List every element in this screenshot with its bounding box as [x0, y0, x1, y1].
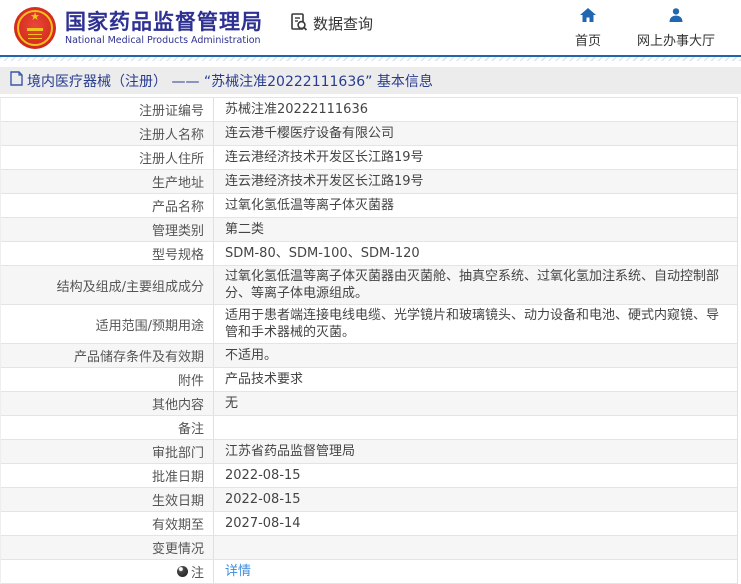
- row-value: [213, 416, 737, 439]
- data-query-tab[interactable]: 数据查询: [289, 12, 373, 36]
- row-value: 连云港经济技术开发区长江路19号: [213, 170, 737, 193]
- header: ★ 国家药品监督管理局 National Medical Products Ad…: [0, 0, 741, 57]
- data-query-icon: [289, 12, 313, 36]
- row-value: 苏械注准20222111636: [213, 98, 737, 121]
- row-value: 无: [213, 392, 737, 415]
- row-label: 备注: [177, 422, 204, 437]
- row-value: 2027-08-14: [213, 512, 737, 535]
- row-label: 附件: [177, 374, 204, 389]
- table-row: 批准日期 2022-08-15: [1, 464, 737, 488]
- table-row: 有效期至 2027-08-14: [1, 512, 737, 536]
- row-label: 产品名称: [151, 200, 204, 215]
- row-value: 连云港经济技术开发区长江路19号: [213, 146, 737, 169]
- row-label: 结构及组成/主要组成成分: [56, 279, 204, 295]
- org-name-en: National Medical Products Administration: [65, 34, 261, 46]
- table-row: 注册证编号 苏械注准20222111636: [1, 98, 737, 122]
- table-row: 附件 产品技术要求: [1, 368, 737, 392]
- row-value: 过氧化氢低温等离子体灭菌器由灭菌舱、抽真空系统、过氧化氢加注系统、自动控制部分、…: [213, 266, 737, 304]
- row-label: 注册人住所: [138, 152, 204, 167]
- table-row: 管理类别 第二类: [1, 218, 737, 242]
- table-row: 生效日期 2022-08-15: [1, 488, 737, 512]
- table-row: 结构及组成/主要组成成分 过氧化氢低温等离子体灭菌器由灭菌舱、抽真空系统、过氧化氢…: [1, 266, 737, 305]
- nmpa-brand[interactable]: ★ 国家药品监督管理局 National Medical Products Ad…: [14, 6, 263, 49]
- table-row: 产品储存条件及有效期 不适用。: [1, 344, 737, 368]
- row-label: 注册证编号: [138, 104, 204, 119]
- table-row: 适用范围/预期用途 适用于患者端连接电线电缆、光学镜片和玻璃镜头、动力设备和电池、…: [1, 305, 737, 344]
- nav-service-hall[interactable]: 网上办事大厅: [637, 8, 715, 49]
- table-row: 变更情况: [1, 536, 737, 560]
- row-value: 第二类: [213, 218, 737, 241]
- row-value: 详情: [213, 560, 737, 583]
- note-bullet-icon: [176, 566, 188, 577]
- row-value: 不适用。: [213, 344, 737, 367]
- document-icon: [10, 71, 27, 90]
- table-row: 注册人名称 连云港千樱医疗设备有限公司: [1, 122, 737, 146]
- person-icon: [669, 8, 683, 30]
- row-label: 审批部门: [151, 446, 204, 461]
- row-value: 过氧化氢低温等离子体灭菌器: [213, 194, 737, 217]
- data-query-label: 数据查询: [313, 15, 374, 33]
- row-label: 注: [1, 560, 213, 583]
- row-value: 连云港千樱医疗设备有限公司: [213, 122, 737, 145]
- table-row: 审批部门 江苏省药品监督管理局: [1, 440, 737, 464]
- row-value: 2022-08-15: [213, 464, 737, 487]
- row-value: 产品技术要求: [213, 368, 737, 391]
- table-row: 产品名称 过氧化氢低温等离子体灭菌器: [1, 194, 737, 218]
- org-name-cn: 国家药品监督管理局: [65, 9, 263, 34]
- details-link[interactable]: 详情: [225, 563, 251, 580]
- row-label: 生产地址: [151, 176, 204, 191]
- row-value: 适用于患者端连接电线电缆、光学镜片和玻璃镜头、动力设备和电池、硬式内窥镜、导管和…: [213, 305, 737, 343]
- table-row: 注详情: [1, 560, 737, 584]
- hatch-strip: [0, 57, 741, 65]
- nav-home-label: 首页: [574, 34, 601, 49]
- info-table: 注册证编号 苏械注准20222111636 注册人名称 连云港千樱医疗设备有限公司 注册…: [0, 97, 738, 584]
- table-row: 其他内容无: [1, 392, 737, 416]
- national-emblem-icon: ★: [14, 6, 56, 49]
- row-label: 产品储存条件及有效期: [73, 350, 204, 365]
- row-label: 有效期至: [151, 518, 204, 533]
- page-title: 境内医疗器械（注册） —— “苏械注准20222111636” 基本信息: [27, 73, 433, 90]
- row-value: 2022-08-15: [213, 488, 737, 511]
- header-nav: 首页 网上办事大厅: [575, 8, 715, 49]
- row-value: 江苏省药品监督管理局: [213, 440, 737, 463]
- brand-text: 国家药品监督管理局 National Medical Products Admi…: [65, 10, 263, 46]
- table-row: 备注: [1, 416, 737, 440]
- table-row: 型号规格 SDM-80、SDM-100、SDM-120: [1, 242, 737, 266]
- nav-home[interactable]: 首页: [575, 8, 601, 49]
- row-label: 生效日期: [151, 494, 204, 509]
- page-title-bar: 境内医疗器械（注册） —— “苏械注准20222111636” 基本信息: [0, 67, 741, 94]
- row-label: 型号规格: [151, 248, 204, 263]
- row-label: 管理类别: [151, 224, 204, 239]
- row-label: 批准日期: [151, 470, 204, 485]
- row-label: 注册人名称: [138, 128, 204, 143]
- row-label: 其他内容: [151, 398, 204, 413]
- table-row: 注册人住所 连云港经济技术开发区长江路19号: [1, 146, 737, 170]
- home-icon: [579, 8, 596, 30]
- row-value: [213, 536, 737, 559]
- row-label: 变更情况: [151, 542, 204, 557]
- nav-service-hall-label: 网上办事大厅: [636, 34, 715, 49]
- table-row: 生产地址 连云港经济技术开发区长江路19号: [1, 170, 737, 194]
- row-value: SDM-80、SDM-100、SDM-120: [213, 242, 737, 265]
- row-label: 适用范围/预期用途: [95, 318, 204, 334]
